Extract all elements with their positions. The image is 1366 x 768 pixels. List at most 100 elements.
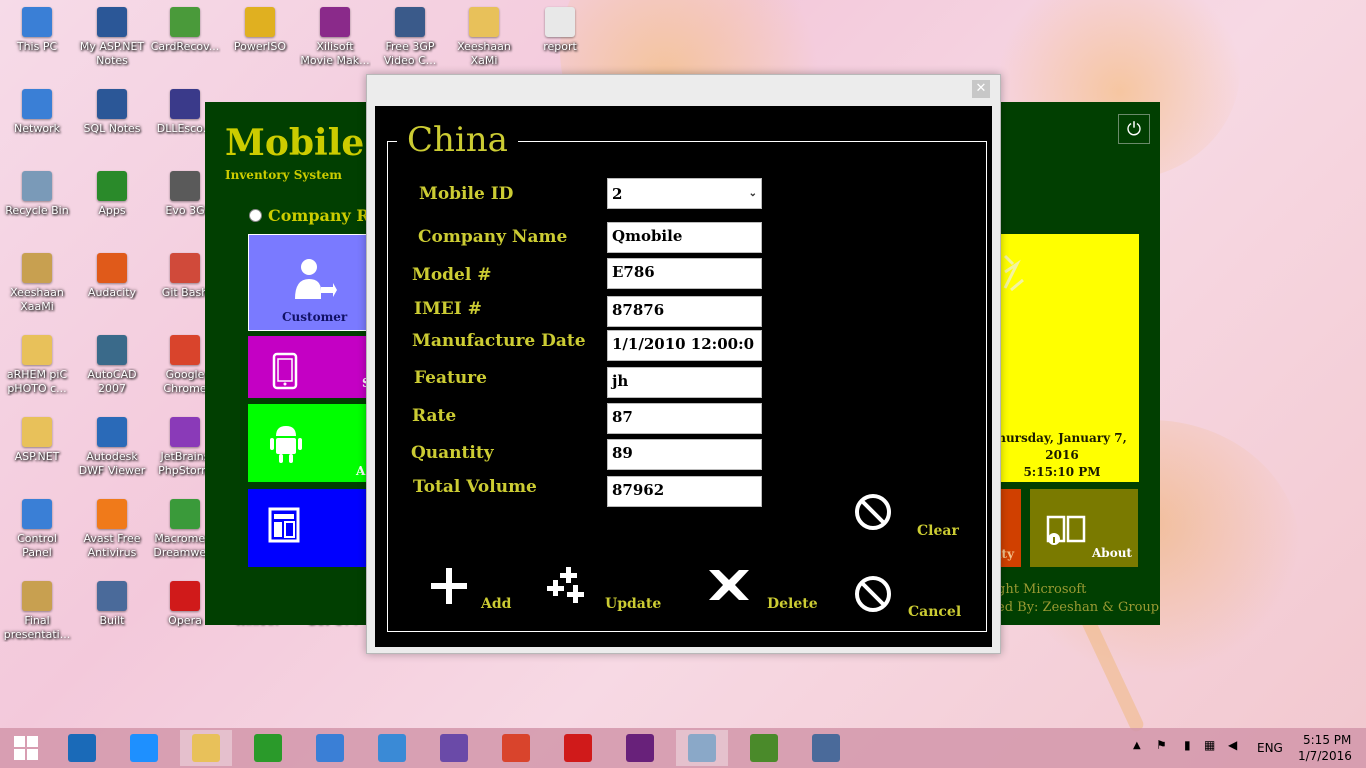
feature-field[interactable]: jh — [607, 367, 762, 398]
model-field[interactable]: E786 — [607, 258, 762, 289]
taskbar-chrome-button[interactable] — [490, 730, 542, 766]
desktop-icon-label: Recycle Bin — [5, 204, 69, 217]
desktop-icon[interactable]: Audacity — [76, 253, 148, 300]
recycle-bin-icon — [22, 171, 52, 201]
rate-field[interactable]: 87 — [607, 403, 762, 434]
mobile-tile[interactable]: S — [248, 336, 371, 398]
desktop-icon[interactable]: My ASP.NET Notes — [76, 7, 148, 68]
network-icon — [22, 89, 52, 119]
app-brand-subtitle: Inventory System — [225, 168, 342, 182]
desktop-icon[interactable]: Built — [76, 581, 148, 628]
volume-icon[interactable]: ◀ — [1228, 738, 1237, 752]
close-button[interactable]: ✕ — [972, 80, 990, 98]
clear-label: Clear — [917, 523, 959, 539]
action-center-icon[interactable]: ⚑ — [1156, 738, 1167, 752]
quantity-field[interactable]: 89 — [607, 439, 762, 470]
add-label: Add — [481, 596, 512, 612]
desktop-icon[interactable]: SQL Notes — [76, 89, 148, 136]
desktop-icon-label: AutoCAD 2007 — [87, 368, 137, 395]
manufacture-date-label: Manufacture Date — [412, 331, 586, 351]
store-icon — [254, 734, 282, 762]
folder-icon — [469, 7, 499, 37]
mobile-id-value: 2 — [612, 184, 623, 203]
company-name-field[interactable]: Qmobile — [607, 222, 762, 253]
imei-field[interactable]: 87876 — [607, 296, 762, 327]
language-indicator[interactable]: ENG — [1257, 741, 1283, 755]
desktop-icon[interactable]: Autodesk DWF Viewer — [76, 417, 148, 478]
file-explorer-icon — [192, 734, 220, 762]
desktop-icon[interactable]: Network — [1, 89, 73, 136]
total-volume-label: Total Volume — [413, 477, 537, 497]
taskbar-window-button[interactable] — [800, 730, 852, 766]
desktop-icon[interactable]: Apps — [76, 171, 148, 218]
mobile-phone-icon — [272, 352, 298, 390]
android-tile[interactable]: A — [248, 404, 368, 482]
taskbar-ie-logo-button[interactable] — [56, 730, 108, 766]
taskbar: ▲ ⚑ ▮ ▦ ◀ ENG 5:15 PM 1/7/2016 — [0, 728, 1366, 768]
desktop-icon[interactable]: PowerISO — [224, 7, 296, 54]
taskbar-file-explorer-button[interactable] — [180, 730, 232, 766]
taskbar-internet-explorer-button[interactable] — [118, 730, 170, 766]
show-hidden-icons[interactable]: ▲ — [1133, 740, 1141, 751]
taskbar-time[interactable]: 5:15 PM — [1303, 733, 1351, 747]
radio-icon[interactable] — [249, 209, 262, 222]
desktop-icon[interactable]: Final presentati... — [1, 581, 73, 642]
taskbar-date[interactable]: 1/7/2016 — [1298, 749, 1352, 763]
word-doc-icon — [97, 89, 127, 119]
desktop-icon-label: SQL Notes — [83, 122, 141, 135]
folder-icon — [22, 417, 52, 447]
mobile-id-select[interactable]: 2 ⌄ — [607, 178, 762, 209]
manufacture-date-field[interactable]: 1/1/2010 12:00:0 — [607, 330, 762, 361]
cancel-label: Cancel — [908, 604, 962, 620]
taskbar-visual-studio-button[interactable] — [614, 730, 666, 766]
desktop-icon[interactable]: Xeeshaan XaMi — [448, 7, 520, 68]
power-button[interactable]: ⏻ — [1118, 114, 1150, 144]
paint-icon — [688, 734, 716, 762]
desktop-icon[interactable]: Recycle Bin — [1, 171, 73, 218]
window-icon — [812, 734, 840, 762]
mobile-id-label: Mobile ID — [419, 184, 514, 204]
desktop-icon-label: PowerISO — [233, 40, 287, 53]
desktop-icon-label: CardRecov... — [150, 40, 220, 53]
desktop-icon[interactable]: report — [524, 7, 596, 54]
total-volume-field[interactable]: 87962 — [607, 476, 762, 507]
start-button[interactable] — [0, 730, 52, 766]
desktop-icon[interactable]: This PC — [1, 7, 73, 54]
customer-tile[interactable]: Customer — [248, 234, 370, 331]
shortcut-icon — [170, 171, 200, 201]
desktop-icon[interactable]: aRHEM piC pHOTO c... — [1, 335, 73, 396]
desktop-icon[interactable]: Xilisoft Movie Mak... — [299, 7, 371, 68]
taskbar-paint-button[interactable] — [676, 730, 728, 766]
desktop-icon[interactable]: CardRecov... — [149, 7, 221, 54]
about-tile[interactable]: About — [1030, 489, 1138, 567]
desktop-icon[interactable]: Avast Free Antivirus — [76, 499, 148, 560]
plus-icon — [431, 568, 467, 604]
update-label: Update — [605, 596, 662, 612]
desktop-icon[interactable]: Control Panel — [1, 499, 73, 560]
taskbar-winrar-button[interactable] — [738, 730, 790, 766]
feature-label: Feature — [414, 368, 487, 388]
desktop-icon-label: Free 3GP Video C... — [383, 40, 437, 67]
taskbar-opera-button[interactable] — [552, 730, 604, 766]
apps-icon — [97, 171, 127, 201]
taskbar-app-blue-button[interactable] — [366, 730, 418, 766]
report-tile[interactable] — [248, 489, 368, 567]
mobile-record-dialog: ✕ China Mobile ID 2 ⌄ Company Name Qmobi… — [366, 74, 1001, 654]
battery-icon[interactable]: ▮ — [1184, 738, 1191, 752]
windows-logo-icon — [14, 736, 38, 760]
taskbar-store-button[interactable] — [242, 730, 294, 766]
refresh-icon — [1003, 254, 1024, 292]
ban-icon — [855, 494, 891, 530]
desktop-icon[interactable]: Xeeshaan XaaMi — [1, 253, 73, 314]
quantity-label: Quantity — [411, 443, 494, 463]
internet-explorer-icon — [130, 734, 158, 762]
presentation-icon — [22, 581, 52, 611]
desktop-icon[interactable]: AutoCAD 2007 — [76, 335, 148, 396]
desktop-icon[interactable]: Free 3GP Video C... — [374, 7, 446, 68]
taskbar-control-panel-button[interactable] — [304, 730, 356, 766]
taskbar-app-hex-button[interactable] — [428, 730, 480, 766]
chrome-icon — [170, 335, 200, 365]
network-icon[interactable]: ▦ — [1204, 738, 1215, 752]
desktop-icon[interactable]: ASP.NET — [1, 417, 73, 464]
shortcut-icon — [170, 89, 200, 119]
